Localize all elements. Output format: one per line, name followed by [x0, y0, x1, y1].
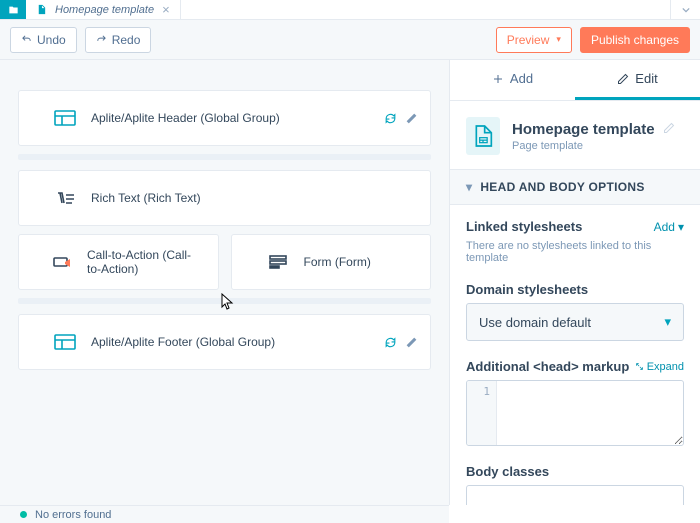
- drop-slot[interactable]: [18, 154, 431, 160]
- module-footer[interactable]: Aplite/Aplite Footer (Global Group): [18, 314, 431, 370]
- section-label: Domain stylesheets: [466, 282, 684, 297]
- publish-button[interactable]: Publish changes: [580, 27, 690, 53]
- chevron-down-icon: ▾: [466, 180, 472, 194]
- caret-down-icon: ▾: [664, 314, 671, 330]
- preview-label: Preview: [507, 33, 550, 47]
- undo-button[interactable]: Undo: [10, 27, 77, 53]
- domain-select[interactable]: Use domain default ▾: [466, 303, 684, 341]
- body-classes-input[interactable]: [466, 485, 684, 505]
- sidebar: Add Edit Homepage template: [449, 60, 700, 505]
- accordion-label: HEAD AND BODY OPTIONS: [480, 180, 644, 194]
- layout-icon: [53, 332, 77, 352]
- toolbar: Undo Redo Preview ▾ Publish changes: [0, 20, 700, 60]
- caret-down-icon: ▾: [678, 220, 684, 234]
- drop-slot[interactable]: [18, 298, 431, 304]
- head-markup-editor[interactable]: 1: [466, 380, 684, 446]
- template-header: Homepage template Page template: [450, 101, 700, 169]
- module-header[interactable]: Aplite/Aplite Header (Global Group): [18, 90, 431, 146]
- code-gutter: 1: [467, 381, 497, 445]
- status-text: No errors found: [35, 509, 111, 521]
- publish-label: Publish changes: [591, 33, 679, 47]
- section-head-markup: Additional <head> markup Expand 1: [450, 345, 700, 450]
- section-domain-stylesheets: Domain stylesheets Use domain default ▾: [450, 268, 700, 345]
- status-bar: No errors found: [0, 505, 449, 523]
- accordion-head-body[interactable]: ▾ HEAD AND BODY OPTIONS: [450, 169, 700, 205]
- file-tab[interactable]: Homepage template ×: [26, 0, 181, 19]
- module-label: Aplite/Aplite Header (Global Group): [91, 111, 280, 125]
- drag-handle-icon[interactable]: [33, 340, 39, 344]
- tab-label: Edit: [635, 71, 657, 86]
- module-cta[interactable]: Call-to-Action (Call-to-Action): [18, 234, 219, 290]
- main-split: Aplite/Aplite Header (Global Group) Rich…: [0, 60, 700, 505]
- caret-down-icon: ▾: [556, 34, 561, 45]
- close-icon[interactable]: ×: [162, 3, 170, 16]
- richtext-icon: [53, 188, 77, 208]
- drag-handle-icon[interactable]: [33, 260, 39, 264]
- empty-hint: There are no stylesheets linked to this …: [466, 240, 684, 264]
- section-body-classes: Body classes: [450, 450, 700, 505]
- tab-edit[interactable]: Edit: [575, 60, 700, 100]
- tab-add[interactable]: Add: [450, 60, 575, 100]
- drag-handle-icon[interactable]: [33, 196, 39, 200]
- sidebar-tabs: Add Edit: [450, 60, 700, 101]
- template-subtitle: Page template: [512, 140, 675, 152]
- template-badge-icon: [466, 117, 500, 155]
- pencil-icon[interactable]: [663, 122, 675, 137]
- preview-button[interactable]: Preview ▾: [496, 27, 572, 53]
- module-richtext[interactable]: Rich Text (Rich Text): [18, 170, 431, 226]
- tab-menu-icon[interactable]: [670, 0, 700, 19]
- form-icon: [266, 252, 290, 272]
- add-stylesheet-link[interactable]: Add ▾: [654, 220, 684, 234]
- module-label: Rich Text (Rich Text): [91, 191, 201, 205]
- drag-handle-icon[interactable]: [246, 260, 252, 264]
- section-linked-stylesheets: Linked stylesheets Add ▾ There are no st…: [450, 205, 700, 268]
- section-label: Additional <head> markup: [466, 359, 629, 374]
- sync-icon[interactable]: [384, 112, 397, 125]
- expand-link[interactable]: Expand: [635, 361, 684, 373]
- template-title: Homepage template: [512, 121, 655, 138]
- undo-label: Undo: [37, 33, 66, 47]
- section-label: Linked stylesheets: [466, 219, 582, 234]
- cta-icon: [53, 252, 73, 272]
- status-dot-icon: [20, 511, 27, 518]
- tab-bar: Homepage template ×: [0, 0, 700, 20]
- module-label: Aplite/Aplite Footer (Global Group): [91, 335, 275, 349]
- edit-icon[interactable]: [405, 336, 418, 349]
- redo-label: Redo: [112, 33, 141, 47]
- tab-label: Add: [510, 71, 533, 86]
- canvas[interactable]: Aplite/Aplite Header (Global Group) Rich…: [0, 60, 449, 505]
- module-form[interactable]: Form (Form): [231, 234, 432, 290]
- module-label: Call-to-Action (Call-to-Action): [87, 248, 204, 276]
- project-tab-icon[interactable]: [0, 0, 26, 19]
- file-icon: [36, 3, 47, 16]
- drag-handle-icon[interactable]: [33, 116, 39, 120]
- redo-button[interactable]: Redo: [85, 27, 152, 53]
- module-label: Form (Form): [304, 255, 371, 269]
- sync-icon[interactable]: [384, 336, 397, 349]
- edit-icon[interactable]: [405, 112, 418, 125]
- layout-icon: [53, 108, 77, 128]
- tab-title: Homepage template: [55, 4, 154, 16]
- section-label: Body classes: [466, 464, 684, 479]
- select-value: Use domain default: [479, 315, 591, 330]
